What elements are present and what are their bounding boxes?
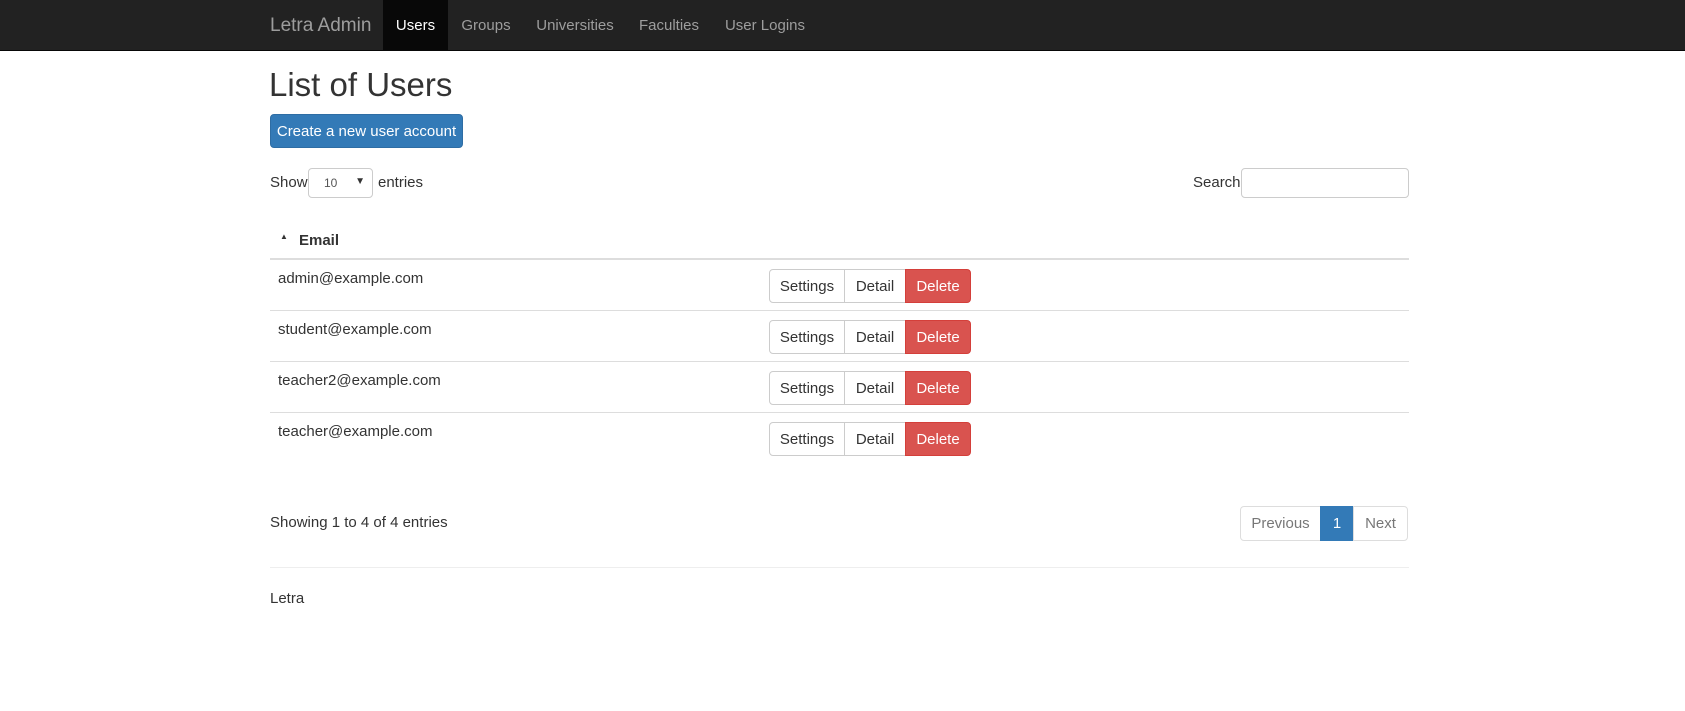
- delete-button[interactable]: Delete: [905, 422, 971, 456]
- sort-ascending-icon: ▲: [280, 232, 288, 241]
- settings-button[interactable]: Settings: [769, 422, 845, 456]
- table-row: teacher@example.com Settings Detail Dele…: [270, 413, 1409, 464]
- entries-label: entries: [378, 174, 424, 191]
- footer-divider: [270, 567, 1409, 568]
- search-input[interactable]: [1241, 168, 1409, 198]
- page-1-button[interactable]: 1: [1320, 506, 1354, 541]
- column-header-email[interactable]: ▲ Email: [270, 222, 1409, 260]
- user-email: admin@example.com: [278, 270, 424, 287]
- search-label: Search:: [1193, 174, 1245, 191]
- table-info: Showing 1 to 4 of 4 entries: [270, 514, 448, 531]
- page-length-select[interactable]: 10 ▼: [308, 168, 373, 198]
- settings-button[interactable]: Settings: [769, 371, 845, 405]
- user-email: teacher2@example.com: [278, 372, 441, 389]
- detail-button[interactable]: Detail: [844, 320, 906, 354]
- detail-button[interactable]: Detail: [844, 422, 906, 456]
- settings-button[interactable]: Settings: [769, 320, 845, 354]
- detail-button[interactable]: Detail: [844, 371, 906, 405]
- delete-button[interactable]: Delete: [905, 269, 971, 303]
- nav-link-universities[interactable]: Universities: [524, 0, 626, 51]
- create-user-button[interactable]: Create a new user account: [270, 114, 463, 148]
- top-navbar: Letra Admin Users Groups Universities Fa…: [0, 0, 1685, 51]
- nav-link-faculties[interactable]: Faculties: [626, 0, 712, 51]
- delete-button[interactable]: Delete: [905, 371, 971, 405]
- next-page-button[interactable]: Next: [1353, 506, 1408, 541]
- table-row: teacher2@example.com Settings Detail Del…: [270, 362, 1409, 413]
- column-header-label: Email: [299, 232, 340, 249]
- table-row: admin@example.com Settings Detail Delete: [270, 260, 1409, 311]
- user-email: student@example.com: [278, 321, 432, 338]
- previous-page-button[interactable]: Previous: [1240, 506, 1321, 541]
- chevron-down-icon: ▼: [355, 176, 365, 187]
- brand-link[interactable]: Letra Admin: [270, 0, 371, 51]
- show-label: Show: [270, 174, 308, 191]
- nav-link-user-logins[interactable]: User Logins: [712, 0, 818, 51]
- user-email: teacher@example.com: [278, 423, 433, 440]
- delete-button[interactable]: Delete: [905, 320, 971, 354]
- page-length-value: 10: [324, 176, 338, 190]
- page-title: List of Users: [269, 66, 453, 103]
- nav-link-users[interactable]: Users: [383, 0, 448, 51]
- detail-button[interactable]: Detail: [844, 269, 906, 303]
- settings-button[interactable]: Settings: [769, 269, 845, 303]
- table-row: student@example.com Settings Detail Dele…: [270, 311, 1409, 362]
- footer-text: Letra: [270, 590, 305, 607]
- nav-link-groups[interactable]: Groups: [448, 0, 524, 51]
